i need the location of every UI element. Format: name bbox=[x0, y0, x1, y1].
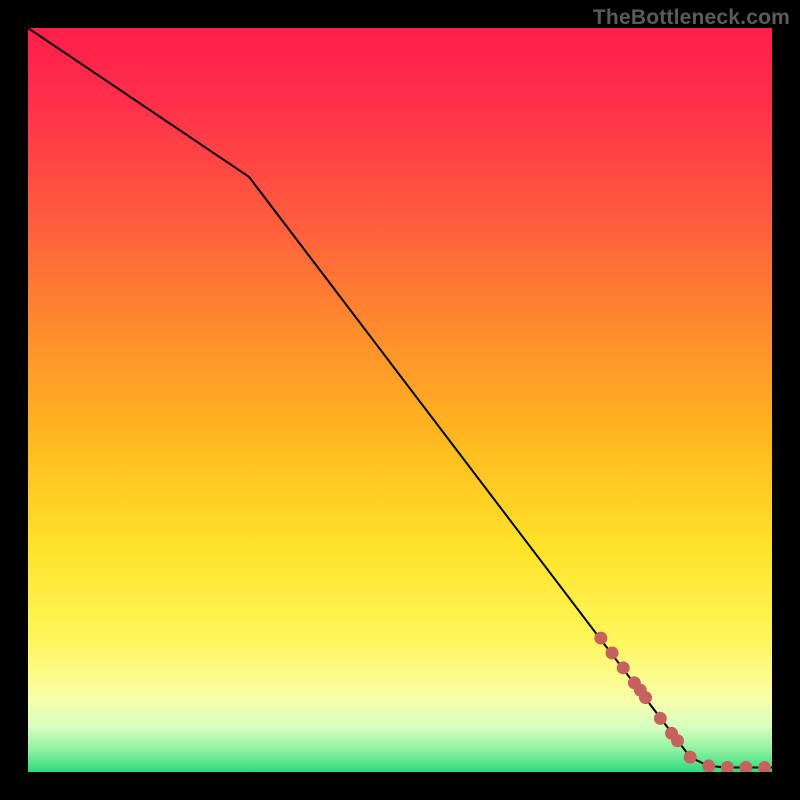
data-marker bbox=[606, 647, 618, 659]
plot-area bbox=[28, 28, 772, 772]
data-marker bbox=[740, 762, 752, 772]
watermark-text: TheBottleneck.com bbox=[593, 6, 790, 30]
data-marker bbox=[759, 762, 771, 772]
gradient-background bbox=[28, 28, 772, 772]
data-marker bbox=[654, 712, 666, 724]
data-marker bbox=[617, 662, 629, 674]
chart-svg bbox=[28, 28, 772, 772]
chart-frame: TheBottleneck.com bbox=[0, 0, 800, 800]
data-marker bbox=[721, 762, 733, 772]
data-marker bbox=[684, 751, 696, 763]
data-marker bbox=[595, 632, 607, 644]
data-marker bbox=[640, 692, 652, 704]
data-marker bbox=[703, 760, 715, 772]
data-marker bbox=[672, 735, 684, 747]
